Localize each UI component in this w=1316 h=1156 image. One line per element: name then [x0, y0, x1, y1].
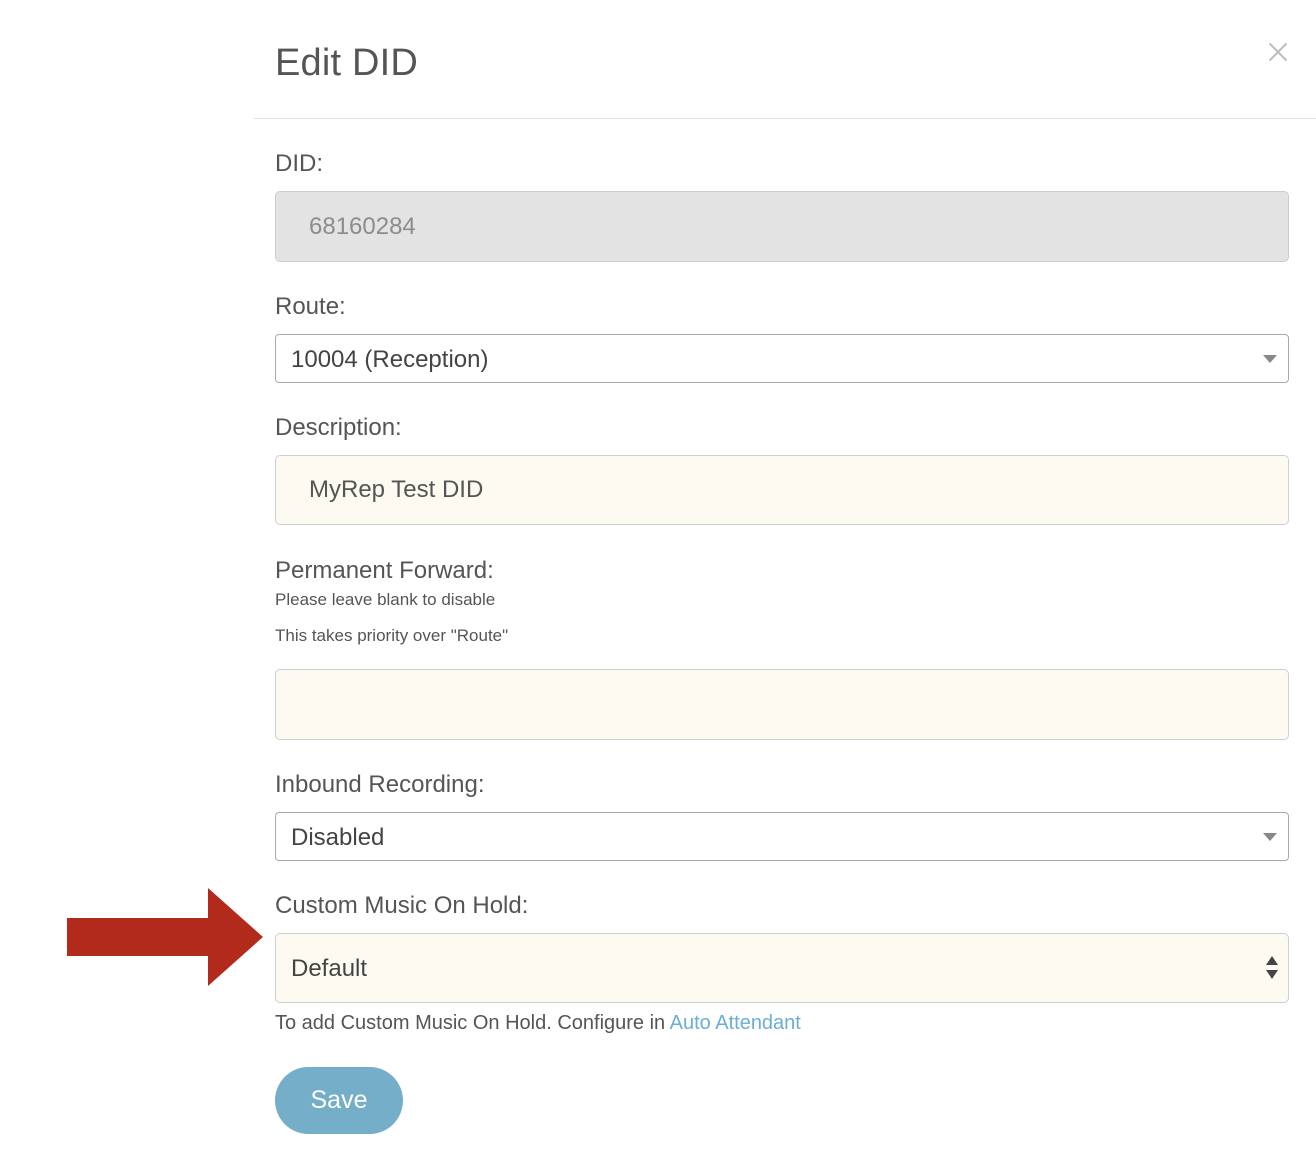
did-input — [275, 191, 1289, 262]
description-label: Description: — [275, 414, 402, 441]
permanent-forward-help-priority: This takes priority over "Route" — [275, 626, 509, 645]
close-icon[interactable] — [1264, 38, 1292, 66]
route-label: Route: — [275, 293, 346, 320]
inbound-recording-label: Inbound Recording: — [275, 771, 485, 798]
did-label: DID: — [275, 150, 323, 177]
description-input[interactable] — [275, 455, 1289, 525]
route-selected-value: 10004 (Reception) — [291, 346, 489, 373]
modal-title: Edit DID — [275, 42, 419, 84]
auto-attendant-link[interactable]: Auto Attendant — [670, 1012, 801, 1034]
permanent-forward-help-blank: Please leave blank to disable — [275, 590, 496, 609]
modal-header: Edit DID — [254, 0, 1316, 119]
chevron-down-icon — [1263, 833, 1277, 841]
inbound-recording-selected-value: Disabled — [291, 824, 385, 851]
updown-arrows-icon — [1266, 956, 1278, 982]
inbound-recording-select[interactable]: Disabled — [275, 812, 1289, 861]
red-arrow-icon — [67, 888, 263, 986]
route-select[interactable]: 10004 (Reception) — [275, 334, 1289, 383]
custom-moh-select[interactable]: Default — [275, 933, 1289, 1003]
chevron-down-icon — [1263, 355, 1277, 363]
edit-did-page: Edit DID DID: Route: 10004 (Reception) D… — [0, 0, 1316, 1156]
custom-moh-label: Custom Music On Hold: — [275, 892, 529, 919]
custom-moh-note: To add Custom Music On Hold. Configure i… — [275, 1012, 801, 1035]
save-button[interactable]: Save — [275, 1067, 403, 1134]
permanent-forward-input[interactable] — [275, 669, 1289, 740]
permanent-forward-label: Permanent Forward: — [275, 557, 494, 584]
custom-moh-selected-value: Default — [291, 955, 368, 982]
custom-moh-note-text: To add Custom Music On Hold. Configure i… — [275, 1012, 666, 1034]
